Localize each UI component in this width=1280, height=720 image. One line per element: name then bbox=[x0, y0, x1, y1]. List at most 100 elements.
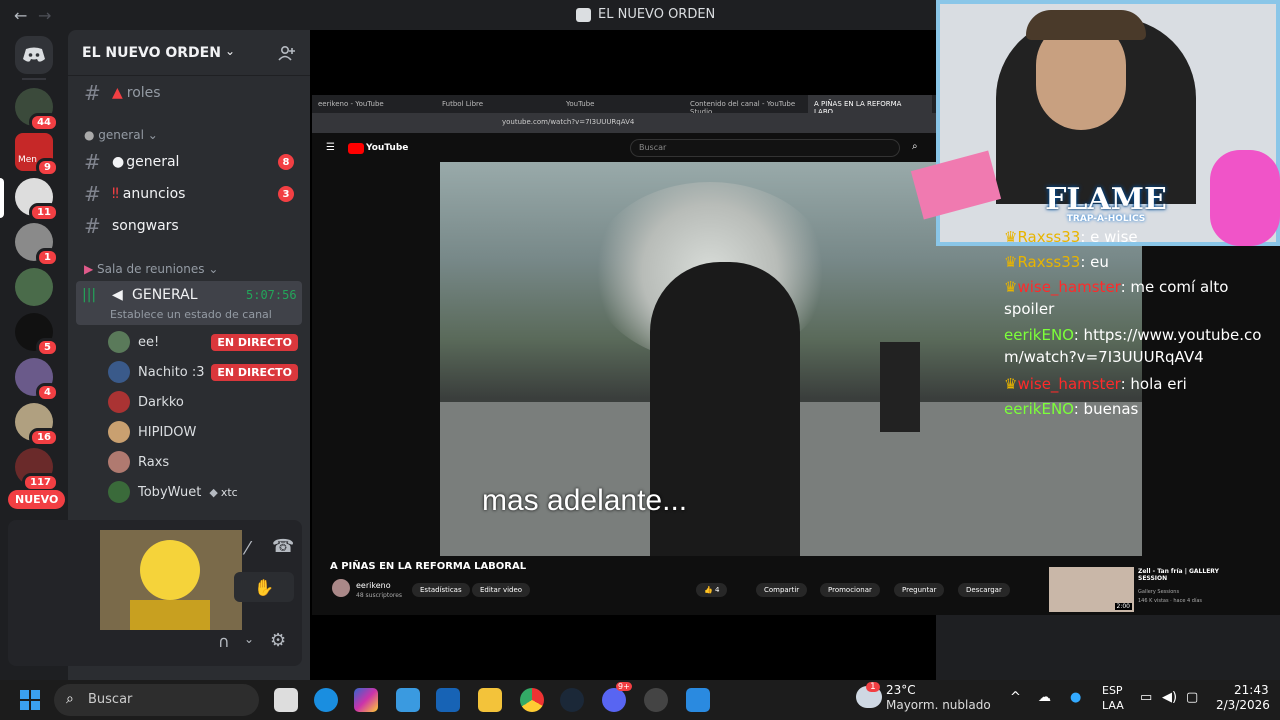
store-icon[interactable] bbox=[396, 688, 420, 712]
promote-button[interactable]: Promocionar bbox=[820, 583, 880, 597]
edge-icon[interactable] bbox=[314, 688, 338, 712]
youtube-logo-text[interactable]: YouTube bbox=[366, 143, 408, 153]
category-general[interactable]: ● general ⌄ bbox=[84, 128, 158, 142]
party-icon: ▲ bbox=[112, 85, 123, 101]
server-icon-1[interactable]: 44 bbox=[15, 88, 59, 132]
like-button[interactable]: 👍 4 bbox=[696, 583, 728, 597]
disconnect-icon[interactable]: ☎ bbox=[272, 536, 294, 557]
chrome-icon[interactable] bbox=[520, 688, 544, 712]
voice-user[interactable]: ee! EN DIRECTO bbox=[108, 328, 298, 356]
sticker-image bbox=[100, 530, 242, 630]
weather-icon[interactable]: 1 bbox=[856, 682, 882, 708]
channel-anuncios[interactable]: # ‼ anuncios 3 bbox=[76, 179, 302, 209]
discord-home-button[interactable] bbox=[15, 36, 53, 74]
avatar bbox=[108, 391, 130, 413]
channel-status[interactable]: Establece un estado de canal bbox=[110, 308, 272, 321]
voice-user[interactable]: Raxs bbox=[108, 448, 298, 476]
ask-button[interactable]: Preguntar bbox=[894, 583, 945, 597]
microphone-icon[interactable]: ● bbox=[1070, 690, 1081, 705]
voice-user[interactable]: HIPIDOW bbox=[108, 418, 298, 446]
recommended-channel: Gallery Sessions bbox=[1138, 589, 1180, 595]
outlook-icon[interactable] bbox=[436, 688, 460, 712]
channel-roles[interactable]: # ▲ roles bbox=[76, 78, 302, 108]
server-icon-8[interactable]: 16 bbox=[15, 403, 59, 447]
browser-tab[interactable]: Contenido del canal - YouTube Studio bbox=[684, 95, 808, 116]
discord-icon[interactable]: 9+ bbox=[602, 682, 632, 712]
photos-icon[interactable] bbox=[686, 688, 710, 712]
category-label: Sala de reuniones bbox=[97, 262, 205, 276]
unread-badge: 8 bbox=[278, 154, 294, 170]
chat-message: ♛wise_hamster: me comí alto spoiler bbox=[1004, 276, 1274, 320]
task-view-icon[interactable] bbox=[274, 688, 298, 712]
channel-songwars[interactable]: # songwars bbox=[76, 211, 302, 241]
user-name: TobyWuet bbox=[138, 484, 202, 500]
browser-tab[interactable]: YouTube bbox=[560, 95, 684, 113]
keyboard-layout[interactable]: LAA bbox=[1102, 699, 1124, 712]
category-voice[interactable]: ▶ Sala de reuniones ⌄ bbox=[84, 262, 218, 276]
menu-icon[interactable]: ☰ bbox=[326, 142, 335, 153]
server-icon-6[interactable]: 5 bbox=[15, 313, 59, 357]
battery-icon[interactable]: ▢ bbox=[1186, 690, 1198, 705]
share-button[interactable]: Compartir bbox=[756, 583, 808, 597]
guild-header[interactable]: EL NUEVO ORDEN ⌄ bbox=[68, 30, 310, 76]
windows-start-icon[interactable] bbox=[20, 690, 40, 710]
hash-icon: # bbox=[84, 81, 101, 105]
server-icon-7[interactable]: 4 bbox=[15, 358, 59, 402]
voice-user[interactable]: TobyWuet ◆ xtc bbox=[108, 478, 298, 506]
edit-video-button[interactable]: Editar video bbox=[472, 583, 531, 597]
browser-tab-active[interactable]: A PIÑAS EN LA REFORMA LABO... bbox=[808, 95, 932, 116]
crown-icon: ♛ bbox=[1004, 278, 1018, 296]
voice-channel-general[interactable]: ||| ◀ GENERAL 5:07:56 Establece un estad… bbox=[76, 281, 302, 325]
volume-icon[interactable]: ◀) bbox=[1162, 690, 1177, 705]
browser-tab[interactable]: Futbol Libre bbox=[436, 95, 560, 113]
search-placeholder: Buscar bbox=[88, 692, 133, 707]
chat-message: ♛Raxss33: e wise bbox=[1004, 226, 1274, 248]
invite-icon[interactable] bbox=[278, 44, 296, 62]
streamer-hair bbox=[1026, 10, 1146, 40]
crown-icon: ♛ bbox=[1004, 228, 1018, 246]
obs-icon[interactable] bbox=[644, 688, 668, 712]
chat-user: eerikENO bbox=[1004, 400, 1074, 418]
browser-tab[interactable]: eerikeno - YouTube bbox=[312, 95, 436, 113]
gear-icon[interactable]: ⚙ bbox=[270, 630, 286, 651]
clock-date[interactable]: 2/3/2026 bbox=[1216, 698, 1270, 712]
server-icon-9[interactable]: 117 bbox=[15, 448, 59, 492]
cloud-off-icon[interactable]: ☁ bbox=[1038, 690, 1051, 705]
channel-general[interactable]: # ● general 8 bbox=[76, 147, 302, 177]
search-icon[interactable]: ⌕ bbox=[912, 141, 918, 152]
address-bar[interactable]: youtube.com/watch?v=7I3UUURqAV4 bbox=[502, 118, 634, 126]
chevron-down-icon[interactable]: ⌄ bbox=[244, 632, 254, 646]
user-name: ee! bbox=[138, 334, 160, 350]
recommended-thumbnail[interactable]: 2:00 bbox=[1049, 567, 1134, 612]
server-icon-2[interactable]: Men 9 bbox=[15, 133, 59, 177]
copilot-icon[interactable] bbox=[354, 688, 378, 712]
steam-icon[interactable] bbox=[560, 688, 584, 712]
channel-avatar[interactable] bbox=[332, 579, 350, 597]
voice-user[interactable]: Nachito :3 EN DIRECTO bbox=[108, 358, 298, 386]
live-badge: EN DIRECTO bbox=[211, 333, 298, 351]
back-icon[interactable]: ← bbox=[14, 6, 27, 25]
flame-logo: FLAME bbox=[1045, 182, 1167, 217]
server-icon-4[interactable]: 1 bbox=[15, 223, 59, 267]
stats-button[interactable]: Estadísticas bbox=[412, 583, 470, 597]
voice-activity-icon: ||| bbox=[82, 287, 97, 303]
headphones-icon[interactable]: ∩ bbox=[218, 632, 230, 651]
chevron-up-icon[interactable]: ^ bbox=[1010, 690, 1021, 705]
voice-user[interactable]: Darkko bbox=[108, 388, 298, 416]
file-explorer-icon[interactable] bbox=[478, 688, 502, 712]
taskbar-search[interactable]: ⌕ Buscar bbox=[54, 684, 259, 716]
screen-share-off-icon[interactable]: ⁄ bbox=[246, 538, 249, 559]
server-icon-5[interactable] bbox=[15, 268, 53, 306]
chat-text: : eu bbox=[1080, 253, 1109, 271]
forward-icon[interactable]: → bbox=[38, 6, 51, 25]
language-code[interactable]: ESP bbox=[1102, 684, 1123, 697]
soundboard-button[interactable]: ✋ bbox=[234, 572, 294, 602]
window-title: EL NUEVO ORDEN bbox=[598, 7, 716, 22]
channel-name[interactable]: eerikeno bbox=[356, 581, 391, 590]
recommended-title[interactable]: Zell - Tan fría | GALLERY SESSION bbox=[1138, 568, 1228, 582]
download-button[interactable]: Descargar bbox=[958, 583, 1010, 597]
clock-time[interactable]: 21:43 bbox=[1234, 683, 1269, 697]
search-input[interactable]: Buscar bbox=[630, 139, 900, 157]
network-icon[interactable]: ▭ bbox=[1140, 690, 1152, 705]
server-icon-3[interactable]: 11 bbox=[15, 178, 59, 222]
